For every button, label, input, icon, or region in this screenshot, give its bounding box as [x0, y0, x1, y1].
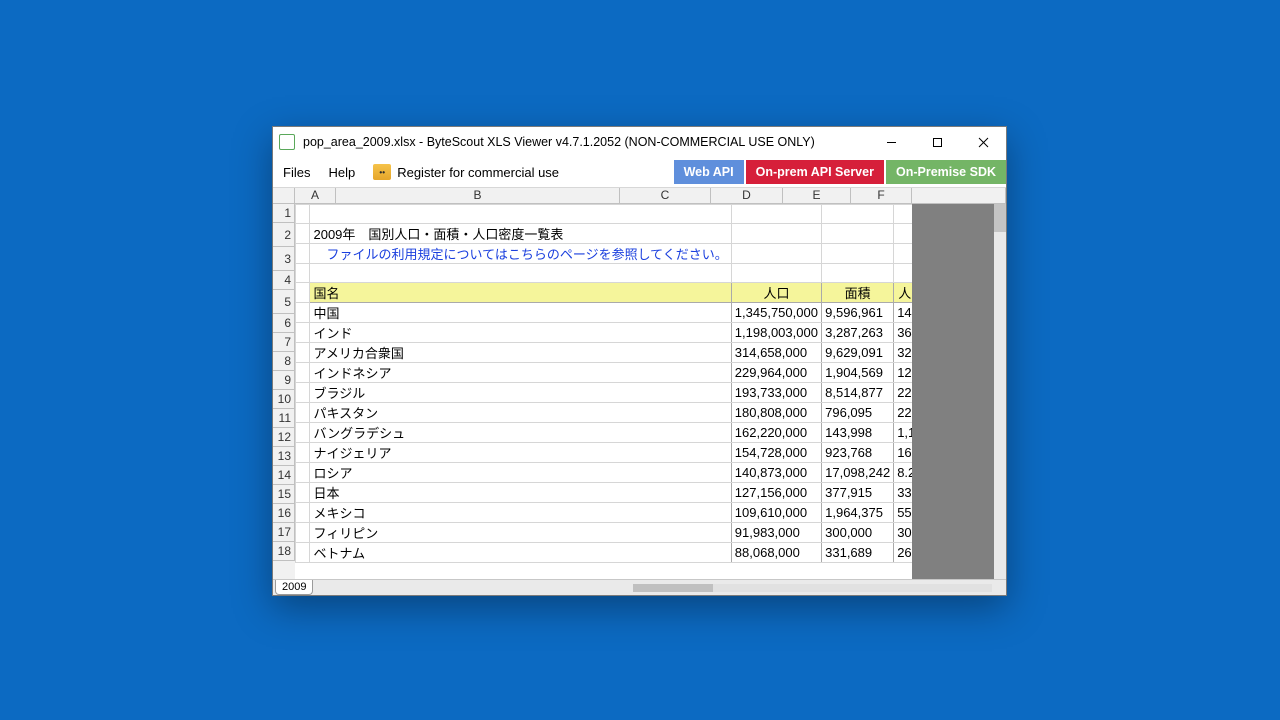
row-header[interactable]: 14	[273, 466, 295, 485]
table-row[interactable]: インド1,198,003,0003,287,263364	[296, 323, 1006, 343]
column-header[interactable]: B	[336, 188, 620, 204]
toolbar: Files Help •• Register for commercial us…	[273, 157, 1006, 187]
app-window: pop_area_2009.xlsx - ByteScout XLS Viewe…	[272, 126, 1007, 596]
column-header[interactable]: F	[851, 188, 912, 204]
table-row[interactable]: 中国1,345,750,0009,596,961140	[296, 303, 1006, 323]
sheet-title-cell: 2009年 国別人口・面積・人口密度一覧表	[310, 224, 731, 244]
cell-grid[interactable]: 2009年 国別人口・面積・人口密度一覧表 ファイルの利用規定についてはこちらの…	[295, 204, 1006, 579]
titlebar: pop_area_2009.xlsx - ByteScout XLS Viewe…	[273, 127, 1006, 157]
table-row[interactable]: インドネシア229,964,0001,904,569121	[296, 363, 1006, 383]
row-header[interactable]: 9	[273, 371, 295, 390]
row-header[interactable]: 2	[273, 223, 295, 247]
table-row[interactable]: メキシコ109,610,0001,964,37555.8	[296, 503, 1006, 523]
table-row[interactable]: バングラデシュ162,220,000143,9981,127	[296, 423, 1006, 443]
row-header[interactable]: 15	[273, 485, 295, 504]
row-header[interactable]: 12	[273, 428, 295, 447]
minimize-button[interactable]	[868, 127, 914, 157]
header-population: 人口	[731, 283, 821, 303]
column-headers: ABCDEF	[273, 188, 1006, 204]
row-header[interactable]: 6	[273, 314, 295, 333]
table-row[interactable]: ナイジェリア154,728,000923,768167	[296, 443, 1006, 463]
row-header[interactable]: 10	[273, 390, 295, 409]
row-header[interactable]: 18	[273, 542, 295, 561]
table-row[interactable]: ロシア140,873,00017,098,2428.2	[296, 463, 1006, 483]
sheet-tab[interactable]: 2009	[275, 580, 313, 595]
horizontal-scrollbar[interactable]	[633, 584, 992, 592]
row-header[interactable]: 4	[273, 271, 295, 290]
close-button[interactable]	[960, 127, 1006, 157]
sheet-tab-bar: 2009	[273, 579, 1006, 595]
row-header[interactable]: 17	[273, 523, 295, 542]
usage-link-cell[interactable]: ファイルの利用規定についてはこちらのページを参照してください。	[310, 244, 731, 264]
row-headers: 123456789101112131415161718	[273, 204, 295, 579]
column-header[interactable]: C	[620, 188, 711, 204]
row-header[interactable]: 3	[273, 247, 295, 271]
table-row[interactable]: パキスタン180,808,000796,095227	[296, 403, 1006, 423]
table-row[interactable]: アメリカ合衆国314,658,0009,629,09132.7	[296, 343, 1006, 363]
row-header[interactable]: 5	[273, 290, 295, 314]
horizontal-scroll-thumb[interactable]	[633, 584, 713, 592]
column-header[interactable]: D	[711, 188, 783, 204]
column-header[interactable]: E	[783, 188, 851, 204]
vertical-scrollbar[interactable]	[994, 204, 1006, 579]
vertical-scroll-thumb[interactable]	[994, 204, 1006, 232]
unused-area	[912, 204, 1006, 579]
register-link[interactable]: Register for commercial use	[397, 165, 559, 180]
table-row[interactable]: ベトナム88,068,000331,689266	[296, 543, 1006, 563]
row-header[interactable]: 1	[273, 204, 295, 223]
header-area: 面積	[822, 283, 894, 303]
menu-files[interactable]: Files	[283, 165, 310, 180]
spreadsheet-area: ABCDEF 123456789101112131415161718 2009年…	[273, 188, 1006, 579]
row-header[interactable]: 11	[273, 409, 295, 428]
table-row[interactable]: ブラジル193,733,0008,514,87722.8	[296, 383, 1006, 403]
row-header[interactable]: 16	[273, 504, 295, 523]
maximize-button[interactable]	[914, 127, 960, 157]
onprem-sdk-button[interactable]: On-Premise SDK	[886, 160, 1006, 184]
column-header[interactable]: A	[295, 188, 336, 204]
row-header[interactable]: 8	[273, 352, 295, 371]
window-buttons	[868, 127, 1006, 157]
menu-help[interactable]: Help	[328, 165, 355, 180]
window-title: pop_area_2009.xlsx - ByteScout XLS Viewe…	[303, 135, 868, 149]
header-country: 国名	[310, 283, 731, 303]
onprem-server-button[interactable]: On-prem API Server	[746, 160, 884, 184]
row-header[interactable]: 13	[273, 447, 295, 466]
table-row[interactable]: フィリピン91,983,000300,000307	[296, 523, 1006, 543]
table-row[interactable]: 日本127,156,000377,915336	[296, 483, 1006, 503]
register-icon: ••	[373, 164, 391, 180]
app-icon	[279, 134, 295, 150]
row-header[interactable]: 7	[273, 333, 295, 352]
web-api-button[interactable]: Web API	[674, 160, 744, 184]
